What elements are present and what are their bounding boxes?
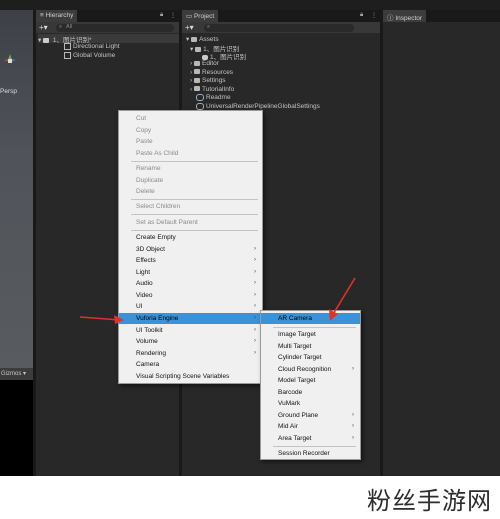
annotation-arrows xyxy=(79,277,356,324)
annotation-arrow-left xyxy=(79,315,124,324)
watermark-text: 粉丝手游网 xyxy=(367,487,492,515)
annotation-arrow-right xyxy=(329,277,356,321)
